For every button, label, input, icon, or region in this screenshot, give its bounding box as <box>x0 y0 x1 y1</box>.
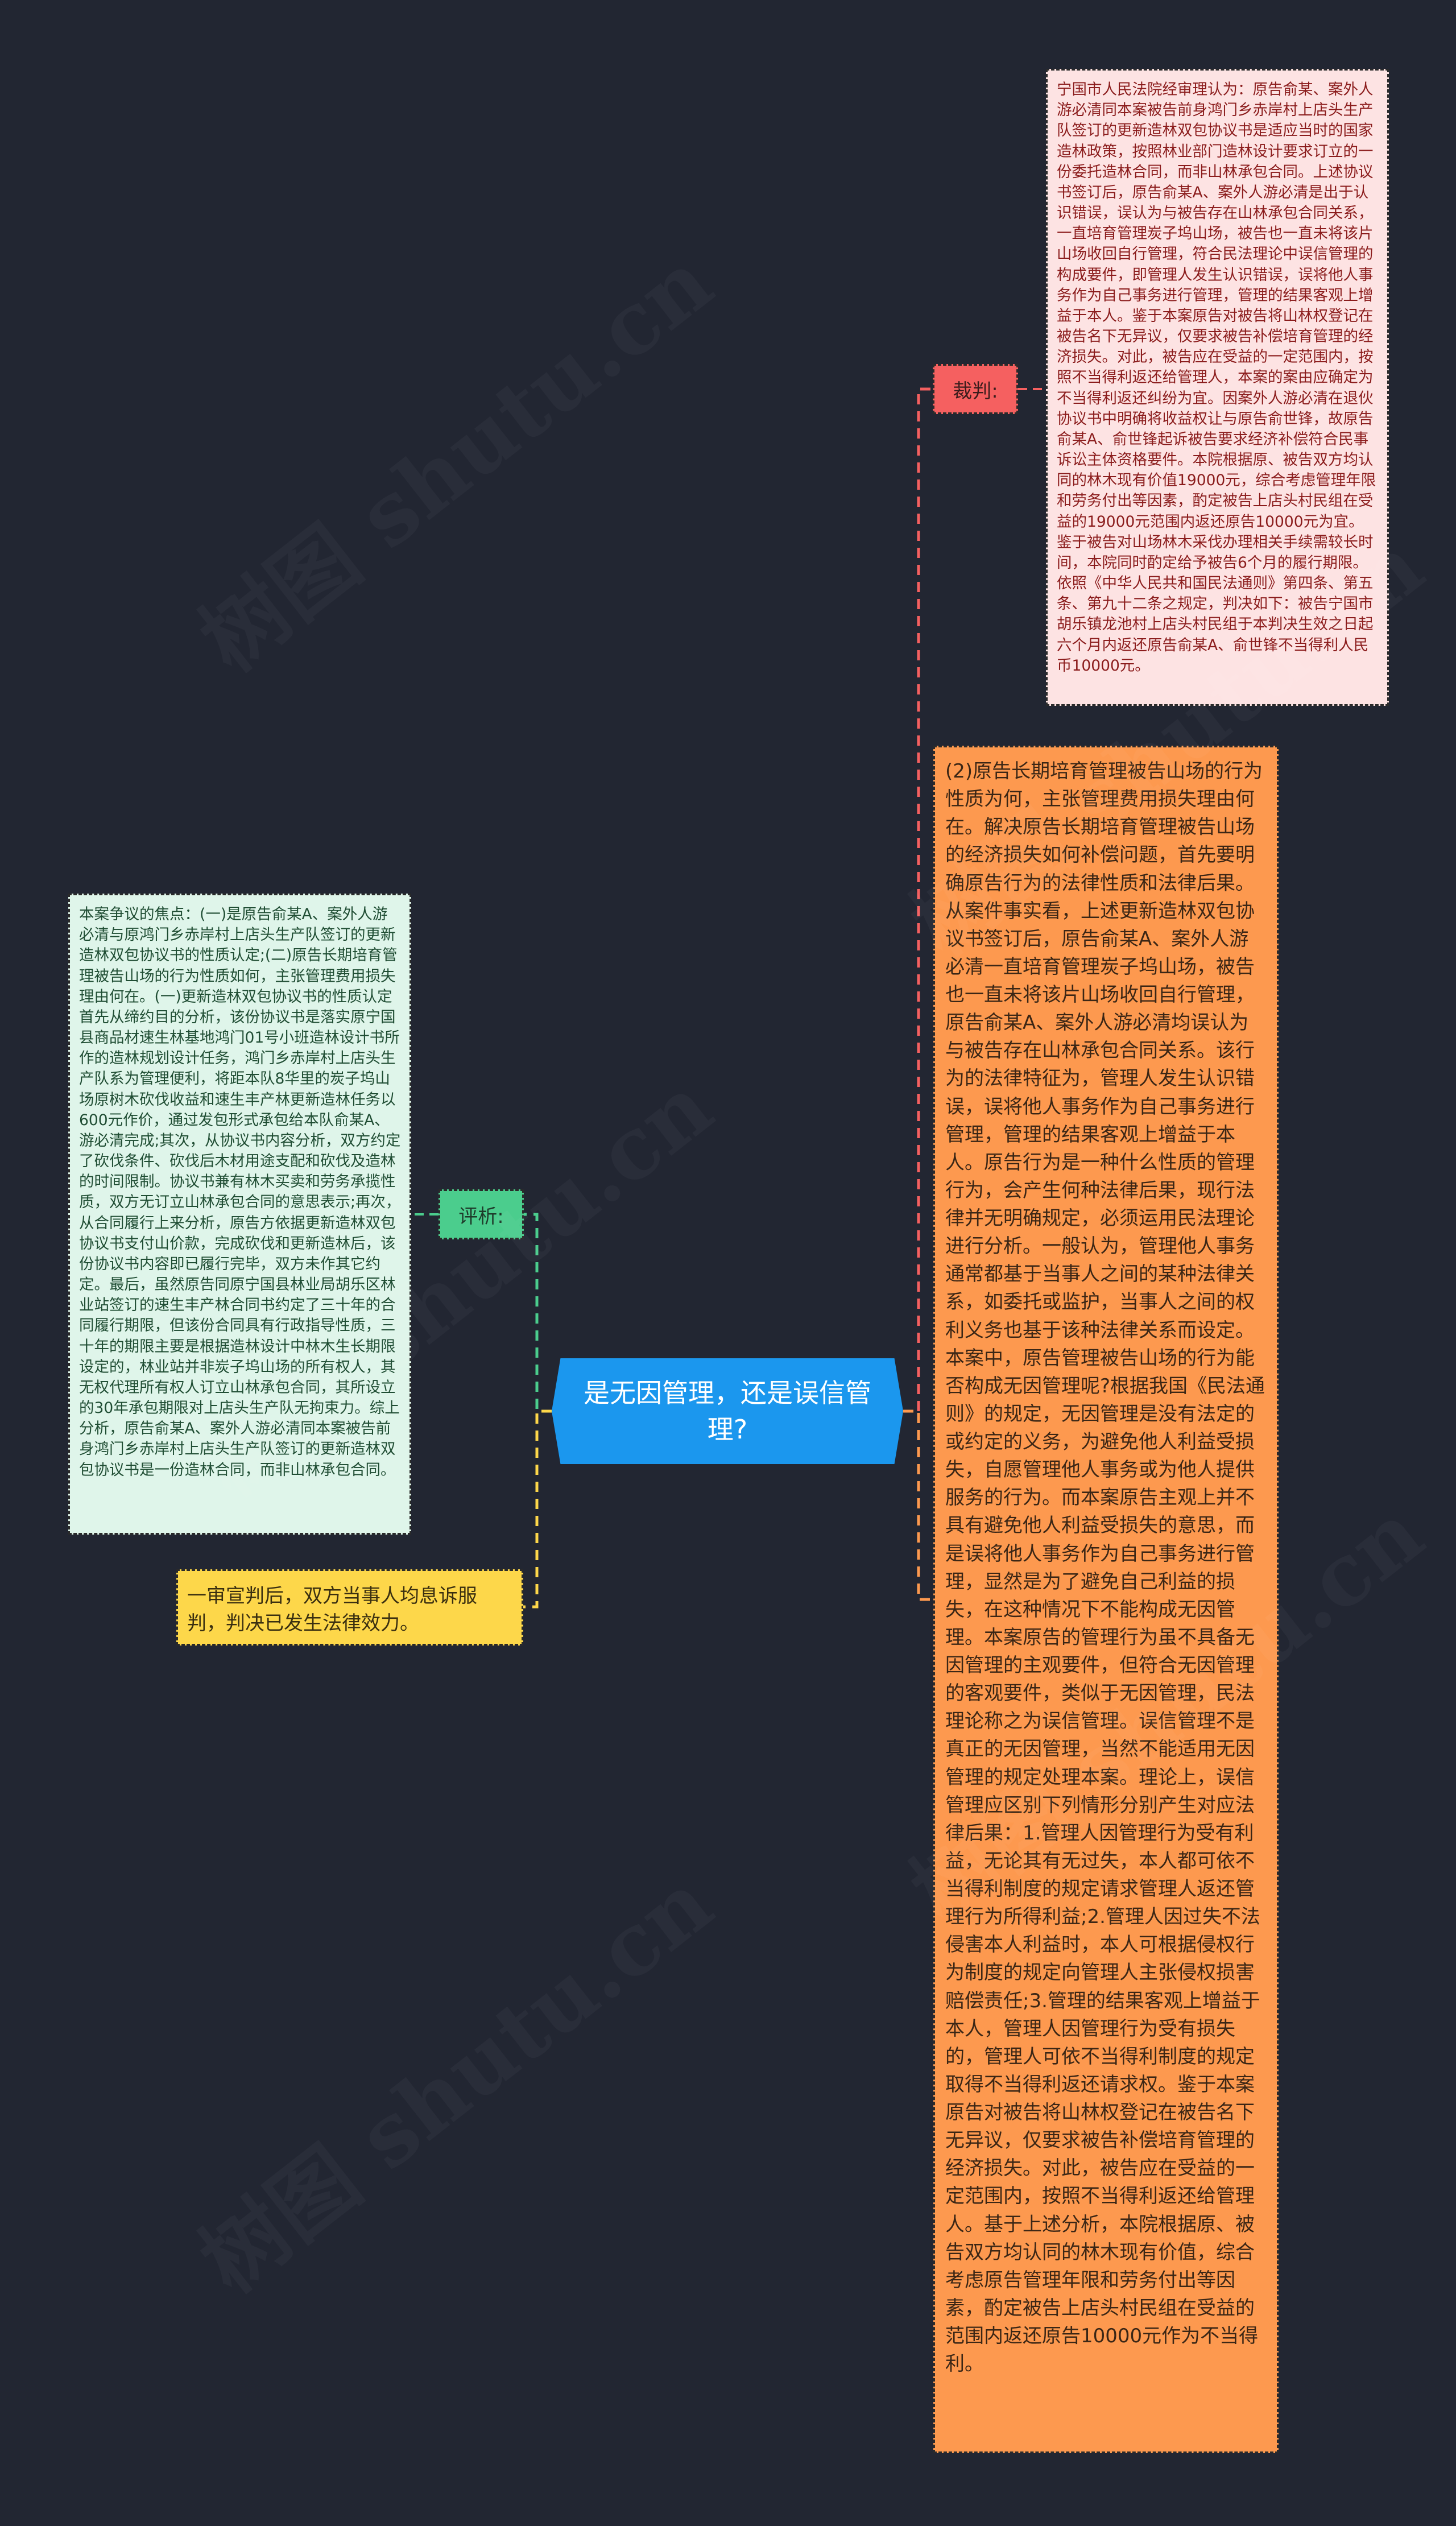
commentary-content-box[interactable]: 本案争议的焦点：(一)是原告俞某A、案外人游必清与原鸿门乡赤岸村上店头生产队签订… <box>68 894 411 1535</box>
verdict-label-node[interactable]: 裁判: <box>933 364 1018 414</box>
commentary-label-node[interactable]: 评析: <box>439 1189 524 1239</box>
analysis-2-content-text: (2)原告长期培育管理被告山场的行为性质为何，主张管理费用损失理由何在。解决原告… <box>945 760 1265 2376</box>
central-topic-text: 是无因管理，还是误信管理? <box>584 1378 871 1445</box>
verdict-content-box[interactable]: 宁国市人民法院经审理认为：原告俞某、案外人游必清同本案被告前身鸿门乡赤岸村上店头… <box>1046 69 1389 706</box>
connector-outcome <box>523 1409 552 1609</box>
outcome-content-box[interactable]: 一审宣判后，双方当事人均息诉服判，判决已发生法律效力。 <box>176 1569 523 1646</box>
analysis-2-content-box[interactable]: (2)原告长期培育管理被告山场的行为性质为何，主张管理费用损失理由何在。解决原告… <box>933 746 1279 2453</box>
central-topic-node[interactable]: 是无因管理，还是误信管理? <box>552 1358 903 1464</box>
commentary-label-text: 评析: <box>458 1205 504 1228</box>
connector-verdict <box>917 387 933 1411</box>
outcome-content-text: 一审宣判后，双方当事人均息诉服判，判决已发生法律效力。 <box>187 1585 477 1635</box>
verdict-label-text: 裁判: <box>953 379 998 403</box>
commentary-content-text: 本案争议的焦点：(一)是原告俞某A、案外人游必清与原鸿门乡赤岸村上店头生产队签订… <box>79 906 401 1479</box>
connector-commentary <box>524 1213 552 1413</box>
verdict-content-text: 宁国市人民法院经审理认为：原告俞某、案外人游必清同本案被告前身鸿门乡赤岸村上店头… <box>1057 81 1376 675</box>
connector-orange <box>903 1409 933 1601</box>
